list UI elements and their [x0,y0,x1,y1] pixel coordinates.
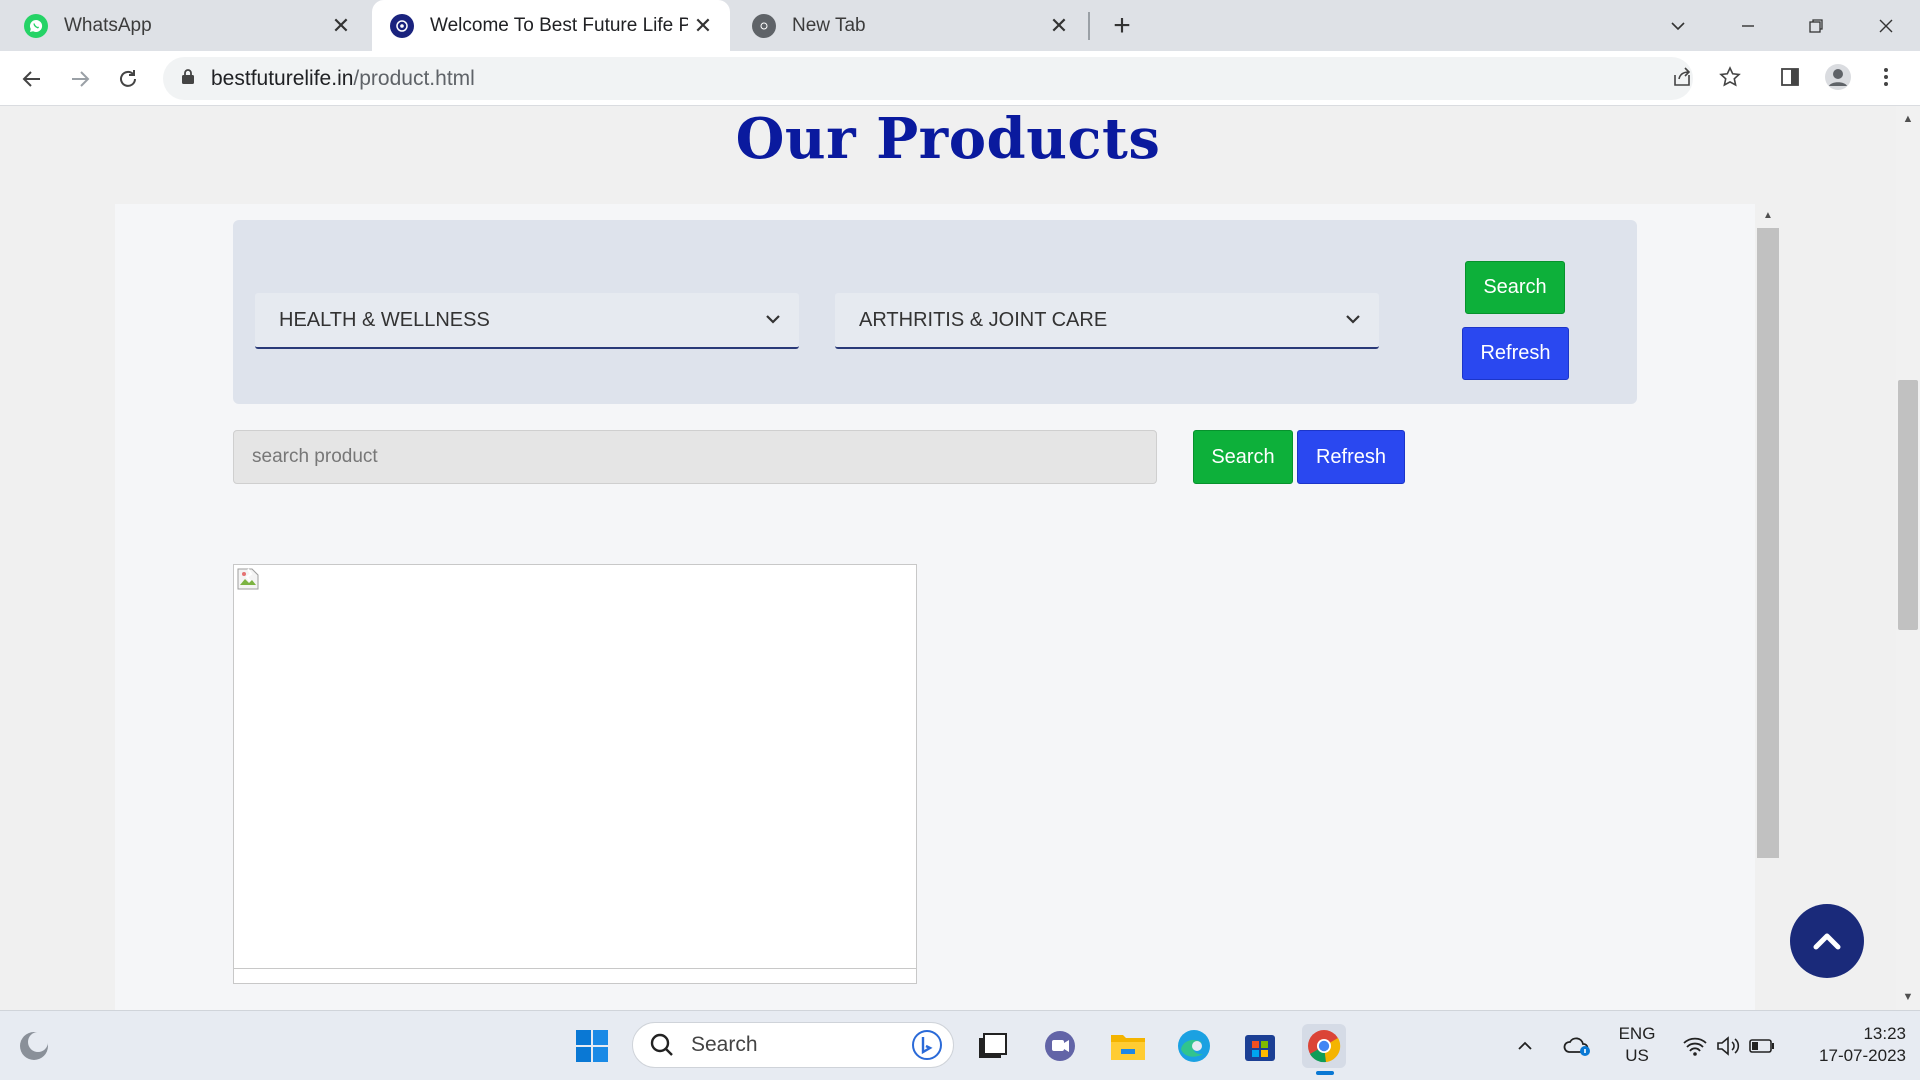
page-scrollbar[interactable]: ▲ ▼ [1896,106,1920,1010]
page-scrollbar-thumb[interactable] [1898,380,1918,630]
bookmark-star-icon[interactable] [1712,59,1748,95]
scroll-up-arrow-icon[interactable]: ▲ [1896,110,1920,128]
product-search-input[interactable] [233,430,1157,484]
browser-tab-strip: WhatsApp ✕ Welcome To Best Future Life P… [0,0,1920,51]
close-window-icon[interactable] [1866,6,1906,46]
products-panel: HEALTH & WELLNESS ARTHRITIS & JOINT CARE… [115,204,1755,1010]
subcategory-select-value: ARTHRITIS & JOINT CARE [859,308,1108,331]
taskbar-search-placeholder: Search [691,1033,758,1056]
share-icon[interactable] [1664,59,1700,95]
product-image[interactable] [234,565,916,969]
site-logo-icon [390,13,414,38]
chrome-taskbar-icon[interactable] [1302,1024,1346,1075]
back-to-top-button[interactable] [1790,904,1864,978]
file-explorer-icon[interactable] [1106,1024,1150,1068]
minimize-icon[interactable] [1728,6,1768,46]
language-line1: ENG [1618,1024,1656,1043]
side-panel-icon[interactable] [1772,59,1808,95]
category-select-value: HEALTH & WELLNESS [279,308,490,331]
windows-start-icon[interactable] [570,1024,614,1068]
bing-chat-icon[interactable] [911,1029,943,1061]
task-view-icon[interactable] [970,1024,1014,1068]
url-host: bestfuturelife.in [211,66,354,90]
clock-date: 17-07-2023 [1819,1046,1906,1065]
broken-image-icon [237,568,259,590]
input-language-indicator[interactable]: ENG US [1612,1023,1662,1067]
chevron-down-icon [1346,315,1360,324]
language-line2: US [1625,1046,1649,1065]
lock-icon[interactable] [181,68,195,90]
new-tab-button[interactable]: + [1106,9,1138,42]
close-tab-icon[interactable]: ✕ [688,11,718,41]
product-search-button[interactable]: Search [1193,430,1293,484]
whatsapp-icon [24,13,48,38]
volume-icon[interactable] [1710,1024,1746,1068]
show-hidden-icons-chevron-icon[interactable] [1510,1024,1540,1068]
chevron-up-icon [1813,933,1841,950]
tab-search-chevron-icon[interactable] [1658,6,1698,46]
page-title: Our Products [735,106,1161,172]
teams-chat-icon[interactable] [1038,1024,1082,1068]
page-viewport: Our Products HEALTH & WELLNESS ARTHRITIS… [0,106,1920,1010]
tab-label: WhatsApp [64,14,152,36]
address-bar[interactable]: bestfuturelife.in/product.html [163,57,1693,100]
scroll-up-arrow-icon[interactable]: ▲ [1757,208,1779,222]
filter-search-button[interactable]: Search [1465,261,1565,314]
product-card[interactable] [233,564,917,984]
microsoft-store-icon[interactable] [1238,1024,1282,1068]
tab-divider [1088,12,1090,40]
panel-scrollbar[interactable]: ▲ [1757,208,1779,968]
weather-widget-icon[interactable] [12,1024,56,1068]
profile-avatar-icon[interactable] [1820,59,1856,95]
back-arrow-icon[interactable] [12,59,52,99]
panel-scrollbar-thumb[interactable] [1757,228,1779,858]
taskbar-search-box[interactable]: Search [632,1022,954,1068]
forward-arrow-icon[interactable] [60,59,100,99]
browser-toolbar: bestfuturelife.in/product.html [0,51,1920,106]
clock-time: 13:23 [1863,1024,1906,1043]
windows-taskbar: Search ENG US 13:23 17-07-2023 [0,1010,1920,1080]
scroll-down-arrow-icon[interactable]: ▼ [1896,988,1920,1006]
url-path: /product.html [353,66,475,90]
close-tab-icon[interactable]: ✕ [1044,11,1074,41]
product-refresh-button[interactable]: Refresh [1297,430,1405,484]
tab-label: Welcome To Best Future Life Pvt. [430,14,688,36]
chevron-down-icon [766,315,780,324]
category-filter-box: HEALTH & WELLNESS ARTHRITIS & JOINT CARE… [233,220,1637,404]
clock[interactable]: 13:23 17-07-2023 [1796,1023,1906,1067]
category-select[interactable]: HEALTH & WELLNESS [255,293,799,349]
onedrive-icon[interactable] [1560,1024,1596,1068]
tab-whatsapp[interactable]: WhatsApp ✕ [6,0,368,51]
active-app-indicator [1316,1071,1334,1075]
subcategory-select[interactable]: ARTHRITIS & JOINT CARE [835,293,1379,349]
tab-best-future-life[interactable]: Welcome To Best Future Life Pvt. ✕ [372,0,730,51]
tab-label: New Tab [792,14,866,36]
filter-refresh-button[interactable]: Refresh [1462,327,1569,380]
tab-new-tab[interactable]: New Tab ✕ [734,0,1086,51]
edge-browser-icon[interactable] [1172,1024,1216,1068]
more-menu-icon[interactable] [1868,59,1904,95]
restore-icon[interactable] [1796,6,1836,46]
search-icon [650,1033,673,1056]
url-text: bestfuturelife.in/product.html [211,67,475,91]
reload-icon[interactable] [108,59,148,99]
wifi-icon[interactable] [1676,1024,1714,1068]
chrome-icon [752,13,776,38]
battery-icon[interactable] [1744,1024,1780,1068]
close-tab-icon[interactable]: ✕ [326,11,356,41]
